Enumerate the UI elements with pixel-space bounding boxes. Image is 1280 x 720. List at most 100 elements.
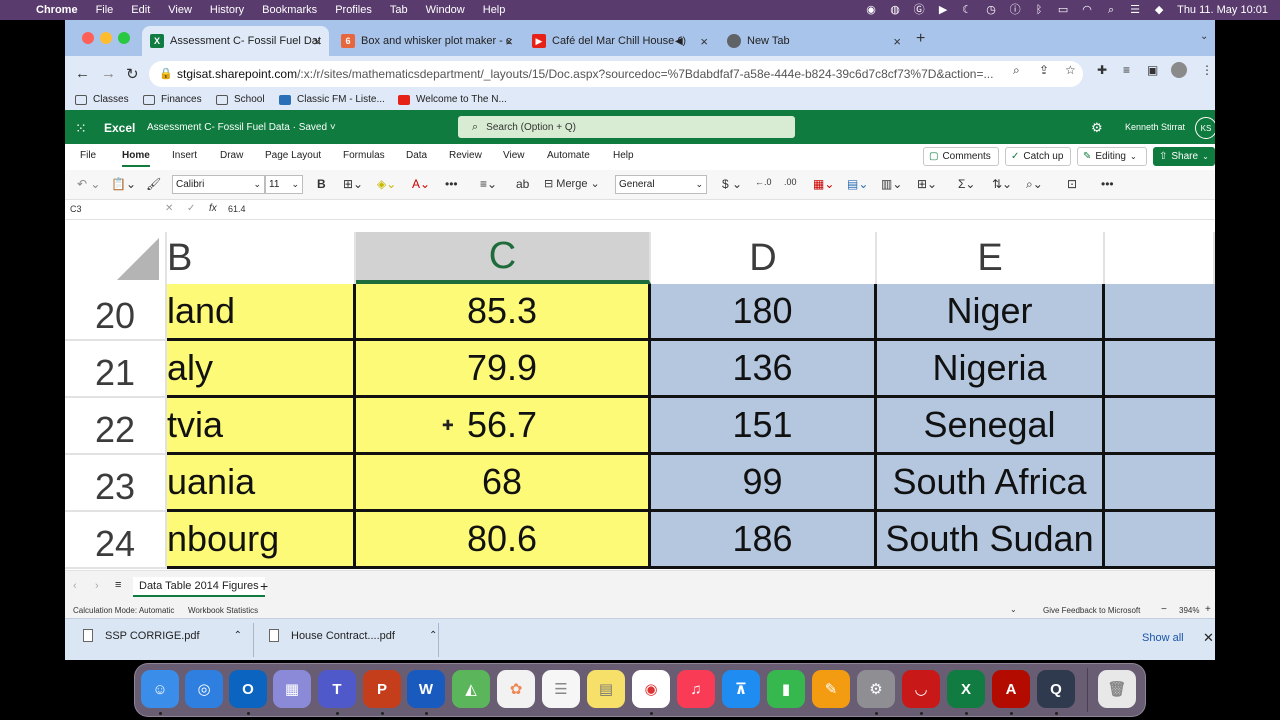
- more-font-options-icon[interactable]: •••: [445, 177, 458, 191]
- editing-mode-button[interactable]: ✎ Editing ⌄: [1077, 147, 1147, 166]
- media-icon[interactable]: ◍: [889, 4, 901, 16]
- autosum-icon[interactable]: Σ⌄: [958, 177, 975, 191]
- document-title[interactable]: Assessment C- Fossil Fuel Data · Saved ˅: [147, 122, 336, 133]
- menu-chrome[interactable]: Chrome: [36, 4, 78, 16]
- zoom-level[interactable]: 394%: [1179, 606, 1199, 615]
- menu-datetime[interactable]: Thu 11. May 10:01: [1177, 4, 1268, 16]
- finder-icon[interactable]: ☺: [141, 670, 179, 708]
- row-header[interactable]: 23: [65, 455, 167, 512]
- powerpoint-icon[interactable]: P: [363, 670, 401, 708]
- teams-icon[interactable]: T: [318, 670, 356, 708]
- bookmark-classes[interactable]: Classes: [75, 94, 129, 105]
- analyze-data-icon[interactable]: ⊡: [1067, 177, 1077, 191]
- control-center-icon[interactable]: ☰: [1129, 4, 1141, 16]
- chevron-up-icon[interactable]: ⌃: [429, 630, 437, 641]
- excel-app-name[interactable]: Excel: [104, 121, 135, 135]
- menu-file[interactable]: File: [96, 4, 114, 16]
- column-header-b[interactable]: B: [167, 232, 356, 284]
- cell-f[interactable]: [1105, 284, 1215, 341]
- row-header[interactable]: 24: [65, 512, 167, 569]
- excel-search-box[interactable]: ⌕ Search (Option + Q): [458, 116, 795, 138]
- pages-icon[interactable]: ✎: [812, 670, 850, 708]
- merge-button[interactable]: ⊟ Merge ⌄: [544, 177, 600, 190]
- cell-country-e[interactable]: South Sudan: [877, 512, 1105, 569]
- audio-icon[interactable]: ◀): [675, 36, 686, 47]
- word-icon[interactable]: W: [407, 670, 445, 708]
- sheet-tab-data-table-2014[interactable]: Data Table 2014 Figures: [133, 577, 265, 597]
- tab-help[interactable]: Help: [613, 150, 634, 161]
- format-as-table-icon[interactable]: ▤⌄: [847, 177, 868, 191]
- wrap-text-icon[interactable]: ab: [516, 177, 529, 191]
- extensions-icon[interactable]: ✚: [1097, 63, 1107, 77]
- forward-icon[interactable]: →: [101, 65, 116, 82]
- zoom-icon[interactable]: ⌕: [1013, 63, 1020, 78]
- acrobat-icon[interactable]: A: [992, 670, 1030, 708]
- download-item-house-contract[interactable]: House Contract....pdf ⌃: [269, 629, 437, 642]
- url-bar[interactable]: 🔒 stgisat.sharepoint.com/:x:/r/sites/mat…: [149, 61, 1083, 87]
- photo-booth-icon[interactable]: ◡: [902, 670, 940, 708]
- menu-bookmarks[interactable]: Bookmarks: [262, 4, 317, 16]
- reload-icon[interactable]: ↻: [126, 65, 139, 83]
- enter-icon[interactable]: ✓: [187, 203, 195, 214]
- info-icon[interactable]: ⓘ: [1009, 4, 1021, 16]
- format-painter-icon[interactable]: 🖌: [146, 177, 161, 191]
- tab-home[interactable]: Home: [122, 150, 150, 161]
- prev-sheet-icon[interactable]: ‹: [73, 580, 77, 592]
- chrome-menu-icon[interactable]: ⋮: [1201, 63, 1213, 77]
- tab-data[interactable]: Data: [406, 150, 427, 161]
- undo-icon[interactable]: ↶ ⌄: [77, 177, 100, 191]
- share-button[interactable]: ⇧ Share ⌄: [1153, 147, 1215, 166]
- maps-icon[interactable]: ◭: [452, 670, 490, 708]
- trash-icon[interactable]: 🗑: [1098, 670, 1136, 708]
- more-options-icon[interactable]: •••: [1101, 177, 1114, 191]
- font-size-select[interactable]: 11 ⌄: [265, 175, 303, 194]
- launchpad-icon[interactable]: ▦: [273, 670, 311, 708]
- tab-review[interactable]: Review: [449, 150, 482, 161]
- cell-f[interactable]: [1105, 341, 1215, 398]
- notes-icon[interactable]: ▤: [587, 670, 625, 708]
- lock-icon[interactable]: 🔒: [159, 67, 173, 80]
- workbook-statistics[interactable]: Workbook Statistics: [188, 606, 258, 615]
- number-format-select[interactable]: General ⌄: [615, 175, 707, 194]
- tab-page-layout[interactable]: Page Layout: [265, 150, 321, 161]
- cancel-icon[interactable]: ✕: [165, 203, 173, 214]
- add-sheet-button[interactable]: +: [260, 578, 268, 594]
- cell-country-b[interactable]: uania: [167, 455, 356, 512]
- menu-history[interactable]: History: [210, 4, 244, 16]
- cell-value-c[interactable]: 79.9: [356, 341, 651, 398]
- all-sheets-icon[interactable]: ≡: [115, 579, 121, 591]
- app-launcher-icon[interactable]: ⁙: [75, 120, 87, 137]
- user-avatar[interactable]: KS: [1195, 117, 1215, 139]
- column-header-e[interactable]: E: [877, 232, 1105, 284]
- give-feedback-link[interactable]: Give Feedback to Microsoft: [1043, 606, 1140, 615]
- cell-f[interactable]: [1105, 398, 1215, 455]
- cell-value-d[interactable]: 99: [651, 455, 877, 512]
- comments-button[interactable]: ▢ Comments: [923, 147, 999, 166]
- chevron-up-icon[interactable]: ⌃: [234, 630, 242, 641]
- column-header-f[interactable]: [1105, 232, 1215, 284]
- tab-view[interactable]: View: [503, 150, 525, 161]
- tab-search-icon[interactable]: ⌄: [1200, 31, 1208, 42]
- tab-new-tab[interactable]: New Tab ×: [719, 26, 909, 56]
- close-tab-icon[interactable]: ×: [505, 34, 513, 49]
- font-name-select[interactable]: Calibri ⌄: [172, 175, 265, 194]
- fill-color-icon[interactable]: ◈⌄: [377, 177, 396, 191]
- tab-formulas[interactable]: Formulas: [343, 150, 385, 161]
- borders-icon[interactable]: ⊞⌄: [343, 177, 363, 191]
- bookmark-school[interactable]: School: [216, 94, 265, 105]
- tab-cafe-del-mar[interactable]: ▶ Café del Mar Chill House C ◀) ×: [524, 26, 716, 56]
- function-icon[interactable]: fx: [209, 203, 217, 214]
- cell-value-c[interactable]: 56.7: [356, 398, 651, 455]
- cell-value-d[interactable]: 186: [651, 512, 877, 569]
- chevron-down-icon[interactable]: ⌄: [1010, 605, 1017, 614]
- close-tab-icon[interactable]: ×: [313, 34, 321, 49]
- bookmark-classic-fm[interactable]: Classic FM - Liste...: [279, 94, 385, 105]
- close-downloads-icon[interactable]: ✕: [1203, 630, 1214, 646]
- tab-draw[interactable]: Draw: [220, 150, 243, 161]
- sort-filter-icon[interactable]: ⇅⌄: [992, 177, 1012, 191]
- menu-help[interactable]: Help: [483, 4, 506, 16]
- reading-list-icon[interactable]: ≡: [1123, 63, 1130, 77]
- grammarly-icon[interactable]: Ⓖ: [913, 4, 925, 16]
- settings-gear-icon[interactable]: ⚙: [1091, 120, 1103, 136]
- new-tab-button[interactable]: +: [916, 30, 925, 48]
